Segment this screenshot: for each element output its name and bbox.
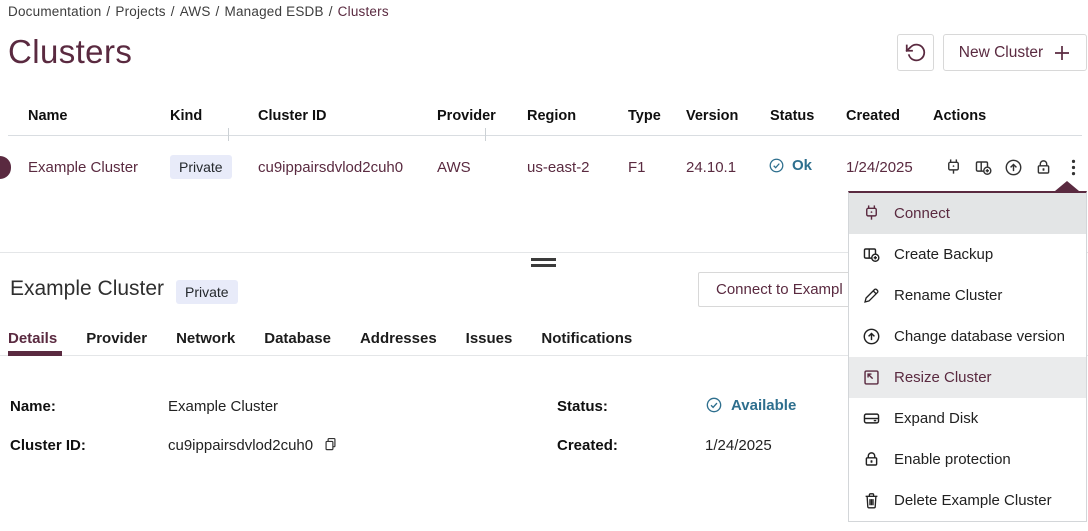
- lock-action-icon[interactable]: [1034, 158, 1053, 177]
- breadcrumb-link-documentation[interactable]: Documentation: [8, 4, 101, 19]
- breadcrumb-separator: /: [216, 4, 220, 19]
- cluster-name-link[interactable]: Example Cluster: [28, 159, 138, 176]
- connect-action-icon[interactable]: [944, 158, 963, 177]
- menu-item-resize-cluster[interactable]: Resize Cluster: [849, 357, 1086, 398]
- column-header-cluster-id: Cluster ID: [258, 108, 327, 124]
- plug-icon: [862, 204, 881, 223]
- breadcrumb-separator: /: [171, 4, 175, 19]
- menu-item-change-database-version[interactable]: Change database version: [849, 316, 1086, 357]
- tab-provider[interactable]: Provider: [86, 330, 147, 347]
- backup-icon: [862, 245, 881, 264]
- column-header-type: Type: [628, 108, 661, 124]
- cluster-id-field-value: cu9ippairsdvlod2cuh0: [168, 437, 339, 454]
- resize-icon: [862, 368, 881, 387]
- name-field-value: Example Cluster: [168, 398, 278, 415]
- refresh-button[interactable]: [897, 34, 934, 71]
- pencil-icon: [862, 286, 881, 305]
- menu-item-label: Delete Example Cluster: [894, 492, 1052, 509]
- tab-notifications[interactable]: Notifications: [541, 330, 632, 347]
- actions-dropdown-menu: Connect Create Backup Rename Cluster: [848, 191, 1087, 522]
- status-cell: Ok: [768, 157, 812, 174]
- provider-cell: AWS: [437, 159, 471, 176]
- status-field-value: Available: [705, 396, 796, 414]
- refresh-icon: [905, 42, 926, 63]
- cluster-id-text: cu9ippairsdvlod2cuh0: [168, 437, 313, 454]
- menu-item-label: Rename Cluster: [894, 287, 1002, 304]
- region-cell: us-east-2: [527, 159, 590, 176]
- menu-item-label: Change database version: [894, 328, 1065, 345]
- menu-item-label: Resize Cluster: [894, 369, 992, 386]
- tab-issues[interactable]: Issues: [466, 330, 513, 347]
- panel-resize-handle[interactable]: [531, 258, 556, 270]
- check-circle-icon: [768, 157, 785, 174]
- trash-icon: [862, 491, 881, 510]
- detail-kind-badge: Private: [176, 280, 238, 304]
- version-cell: 24.10.1: [686, 159, 736, 176]
- breadcrumb: Documentation / Projects / AWS / Managed ESDB /…: [8, 4, 389, 19]
- tab-database[interactable]: Database: [264, 330, 331, 347]
- name-field-label: Name:: [10, 398, 56, 415]
- menu-item-enable-protection[interactable]: Enable protection: [849, 439, 1086, 480]
- tab-network[interactable]: Network: [176, 330, 235, 347]
- breadcrumb-link-managed-esdb[interactable]: Managed ESDB: [225, 4, 324, 19]
- check-circle-icon: [705, 396, 723, 414]
- menu-item-connect[interactable]: Connect: [849, 193, 1086, 234]
- active-tab-underline: [8, 351, 62, 356]
- created-field-value: 1/24/2025: [705, 437, 772, 454]
- plus-icon: [1053, 44, 1071, 62]
- cluster-id-cell: cu9ippairsdvlod2cuh0: [258, 159, 403, 176]
- change-version-action-icon[interactable]: [1004, 158, 1023, 177]
- column-header-name: Name: [28, 108, 68, 124]
- column-header-provider: Provider: [437, 108, 496, 124]
- column-header-kind: Kind: [170, 108, 202, 124]
- menu-item-expand-disk[interactable]: Expand Disk: [849, 398, 1086, 439]
- row-selected-marker: [0, 156, 11, 179]
- new-cluster-label: New Cluster: [959, 44, 1043, 62]
- menu-item-rename-cluster[interactable]: Rename Cluster: [849, 275, 1086, 316]
- type-cell: F1: [628, 159, 646, 176]
- new-cluster-button[interactable]: New Cluster: [943, 34, 1087, 71]
- disk-icon: [862, 409, 881, 428]
- created-field-label: Created:: [557, 437, 618, 454]
- menu-item-create-backup[interactable]: Create Backup: [849, 234, 1086, 275]
- column-header-version: Version: [686, 108, 738, 124]
- menu-item-label: Connect: [894, 205, 950, 222]
- menu-item-label: Create Backup: [894, 246, 993, 263]
- breadcrumb-link-projects[interactable]: Projects: [115, 4, 165, 19]
- column-divider: [228, 128, 229, 141]
- menu-pointer-arrow: [1055, 181, 1079, 191]
- kind-badge: Private: [170, 155, 232, 179]
- copy-icon[interactable]: [322, 436, 339, 453]
- lock-icon: [862, 450, 881, 469]
- menu-item-label: Enable protection: [894, 451, 1011, 468]
- row-actions: [944, 158, 1083, 177]
- menu-item-delete-cluster[interactable]: Delete Example Cluster: [849, 480, 1086, 521]
- arrow-up-circle-icon: [862, 327, 881, 346]
- breadcrumb-current: Clusters: [338, 4, 389, 19]
- connect-to-cluster-button[interactable]: Connect to Exampl: [698, 272, 870, 307]
- tab-addresses[interactable]: Addresses: [360, 330, 437, 347]
- status-field-label: Status:: [557, 398, 608, 415]
- column-header-created: Created: [846, 108, 900, 124]
- clusters-page: Documentation / Projects / AWS / Managed ESDB /…: [0, 0, 1088, 531]
- detail-tabs: Details Provider Network Database Addres…: [8, 330, 632, 347]
- cluster-detail-title: Example Cluster: [10, 277, 164, 301]
- column-header-region: Region: [527, 108, 576, 124]
- column-header-actions: Actions: [933, 108, 986, 124]
- breadcrumb-separator: /: [329, 4, 333, 19]
- create-backup-action-icon[interactable]: [974, 158, 993, 177]
- created-cell: 1/24/2025: [846, 159, 913, 176]
- table-header-divider: [8, 135, 1082, 136]
- status-text: Ok: [792, 157, 812, 174]
- column-divider: [485, 128, 486, 141]
- page-title: Clusters: [8, 33, 132, 71]
- status-text: Available: [731, 397, 796, 414]
- kebab-menu-icon[interactable]: [1064, 158, 1083, 177]
- menu-item-label: Expand Disk: [894, 410, 978, 427]
- breadcrumb-link-aws[interactable]: AWS: [180, 4, 211, 19]
- column-header-status: Status: [770, 108, 814, 124]
- tab-details[interactable]: Details: [8, 330, 57, 347]
- cluster-id-field-label: Cluster ID:: [10, 437, 86, 454]
- breadcrumb-separator: /: [106, 4, 110, 19]
